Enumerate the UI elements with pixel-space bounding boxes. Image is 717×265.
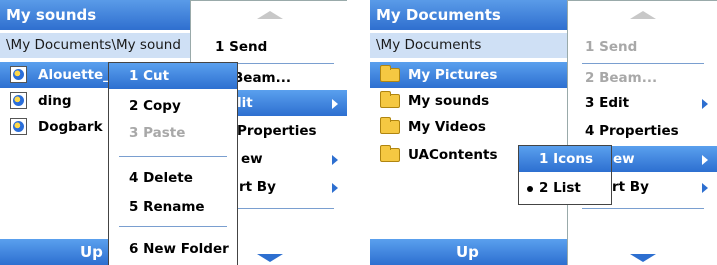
context-menu: 1 Send 2 Beam... 3 Edit 4 Properties ew … <box>567 0 717 265</box>
list-item[interactable]: My Pictures <box>370 62 567 88</box>
radio-bullet-icon <box>527 186 533 192</box>
media-file-icon <box>10 66 27 83</box>
menu-item-delete[interactable]: 4 Delete <box>109 165 237 191</box>
chevron-right-icon <box>702 99 708 109</box>
media-file-icon <box>10 92 27 109</box>
folder-name: My Videos <box>408 119 486 135</box>
chevron-right-icon <box>332 183 338 193</box>
path-text: \My Documents <box>376 37 482 53</box>
folder-icon <box>380 145 400 162</box>
menu-item-beam: 2 Beam... <box>585 70 658 86</box>
menu-item-send[interactable]: 1 Send <box>191 34 347 60</box>
menu-item-list[interactable]: 2 List <box>519 175 611 201</box>
screen-gap <box>347 0 370 265</box>
view-submenu: 1 Icons 2 List <box>518 145 612 205</box>
edit-submenu: 1 Cut 2 Copy 3 Paste 4 Delete 5 Rename 6… <box>108 62 238 265</box>
window-title: My Documents <box>376 6 501 24</box>
folder-name: UAContents <box>408 147 498 163</box>
chevron-right-icon <box>332 155 338 165</box>
file-name: Dogbark <box>38 119 103 135</box>
menu-item-copy[interactable]: 2 Copy <box>109 93 237 119</box>
chevron-right-icon <box>702 155 708 165</box>
scroll-up-icon[interactable] <box>256 11 283 19</box>
menu-item-properties[interactable]: 4 Properties <box>568 118 717 144</box>
window-title: My sounds <box>6 6 97 24</box>
folder-icon <box>380 117 400 134</box>
folder-name: My Pictures <box>408 67 498 83</box>
chevron-right-icon <box>702 183 708 193</box>
menu-item-icons[interactable]: 1 Icons <box>519 146 611 172</box>
menu-item-send: 1 Send <box>585 39 638 55</box>
path-bar[interactable]: \My Documents <box>370 33 567 58</box>
right-screen: My Documents \My Documents My Pictures M… <box>370 0 717 265</box>
softkey-up[interactable]: Up <box>80 243 103 261</box>
folder-name: My sounds <box>408 93 490 109</box>
softkey-up[interactable]: Up <box>456 243 479 261</box>
menu-item-cut[interactable]: 1 Cut <box>109 63 237 89</box>
scroll-down-icon[interactable] <box>630 254 656 262</box>
left-screen: My sounds \My Documents\My sound Alouett… <box>0 0 347 265</box>
path-text: \My Documents\My sound <box>6 37 181 53</box>
menu-item-rename[interactable]: 5 Rename <box>109 194 237 220</box>
folder-icon <box>380 91 400 108</box>
softkey-bar: Up <box>370 239 567 265</box>
media-file-icon <box>10 118 27 135</box>
menu-item-paste: 3 Paste <box>129 125 186 141</box>
menu-item-edit[interactable]: 3 Edit <box>568 90 717 116</box>
scroll-up-icon[interactable] <box>630 11 656 19</box>
chevron-right-icon <box>332 99 338 109</box>
menu-item-new-folder[interactable]: 6 New Folder <box>109 236 237 262</box>
folder-icon <box>380 65 400 82</box>
file-name: ding <box>38 93 72 109</box>
scroll-down-icon[interactable] <box>256 254 283 262</box>
